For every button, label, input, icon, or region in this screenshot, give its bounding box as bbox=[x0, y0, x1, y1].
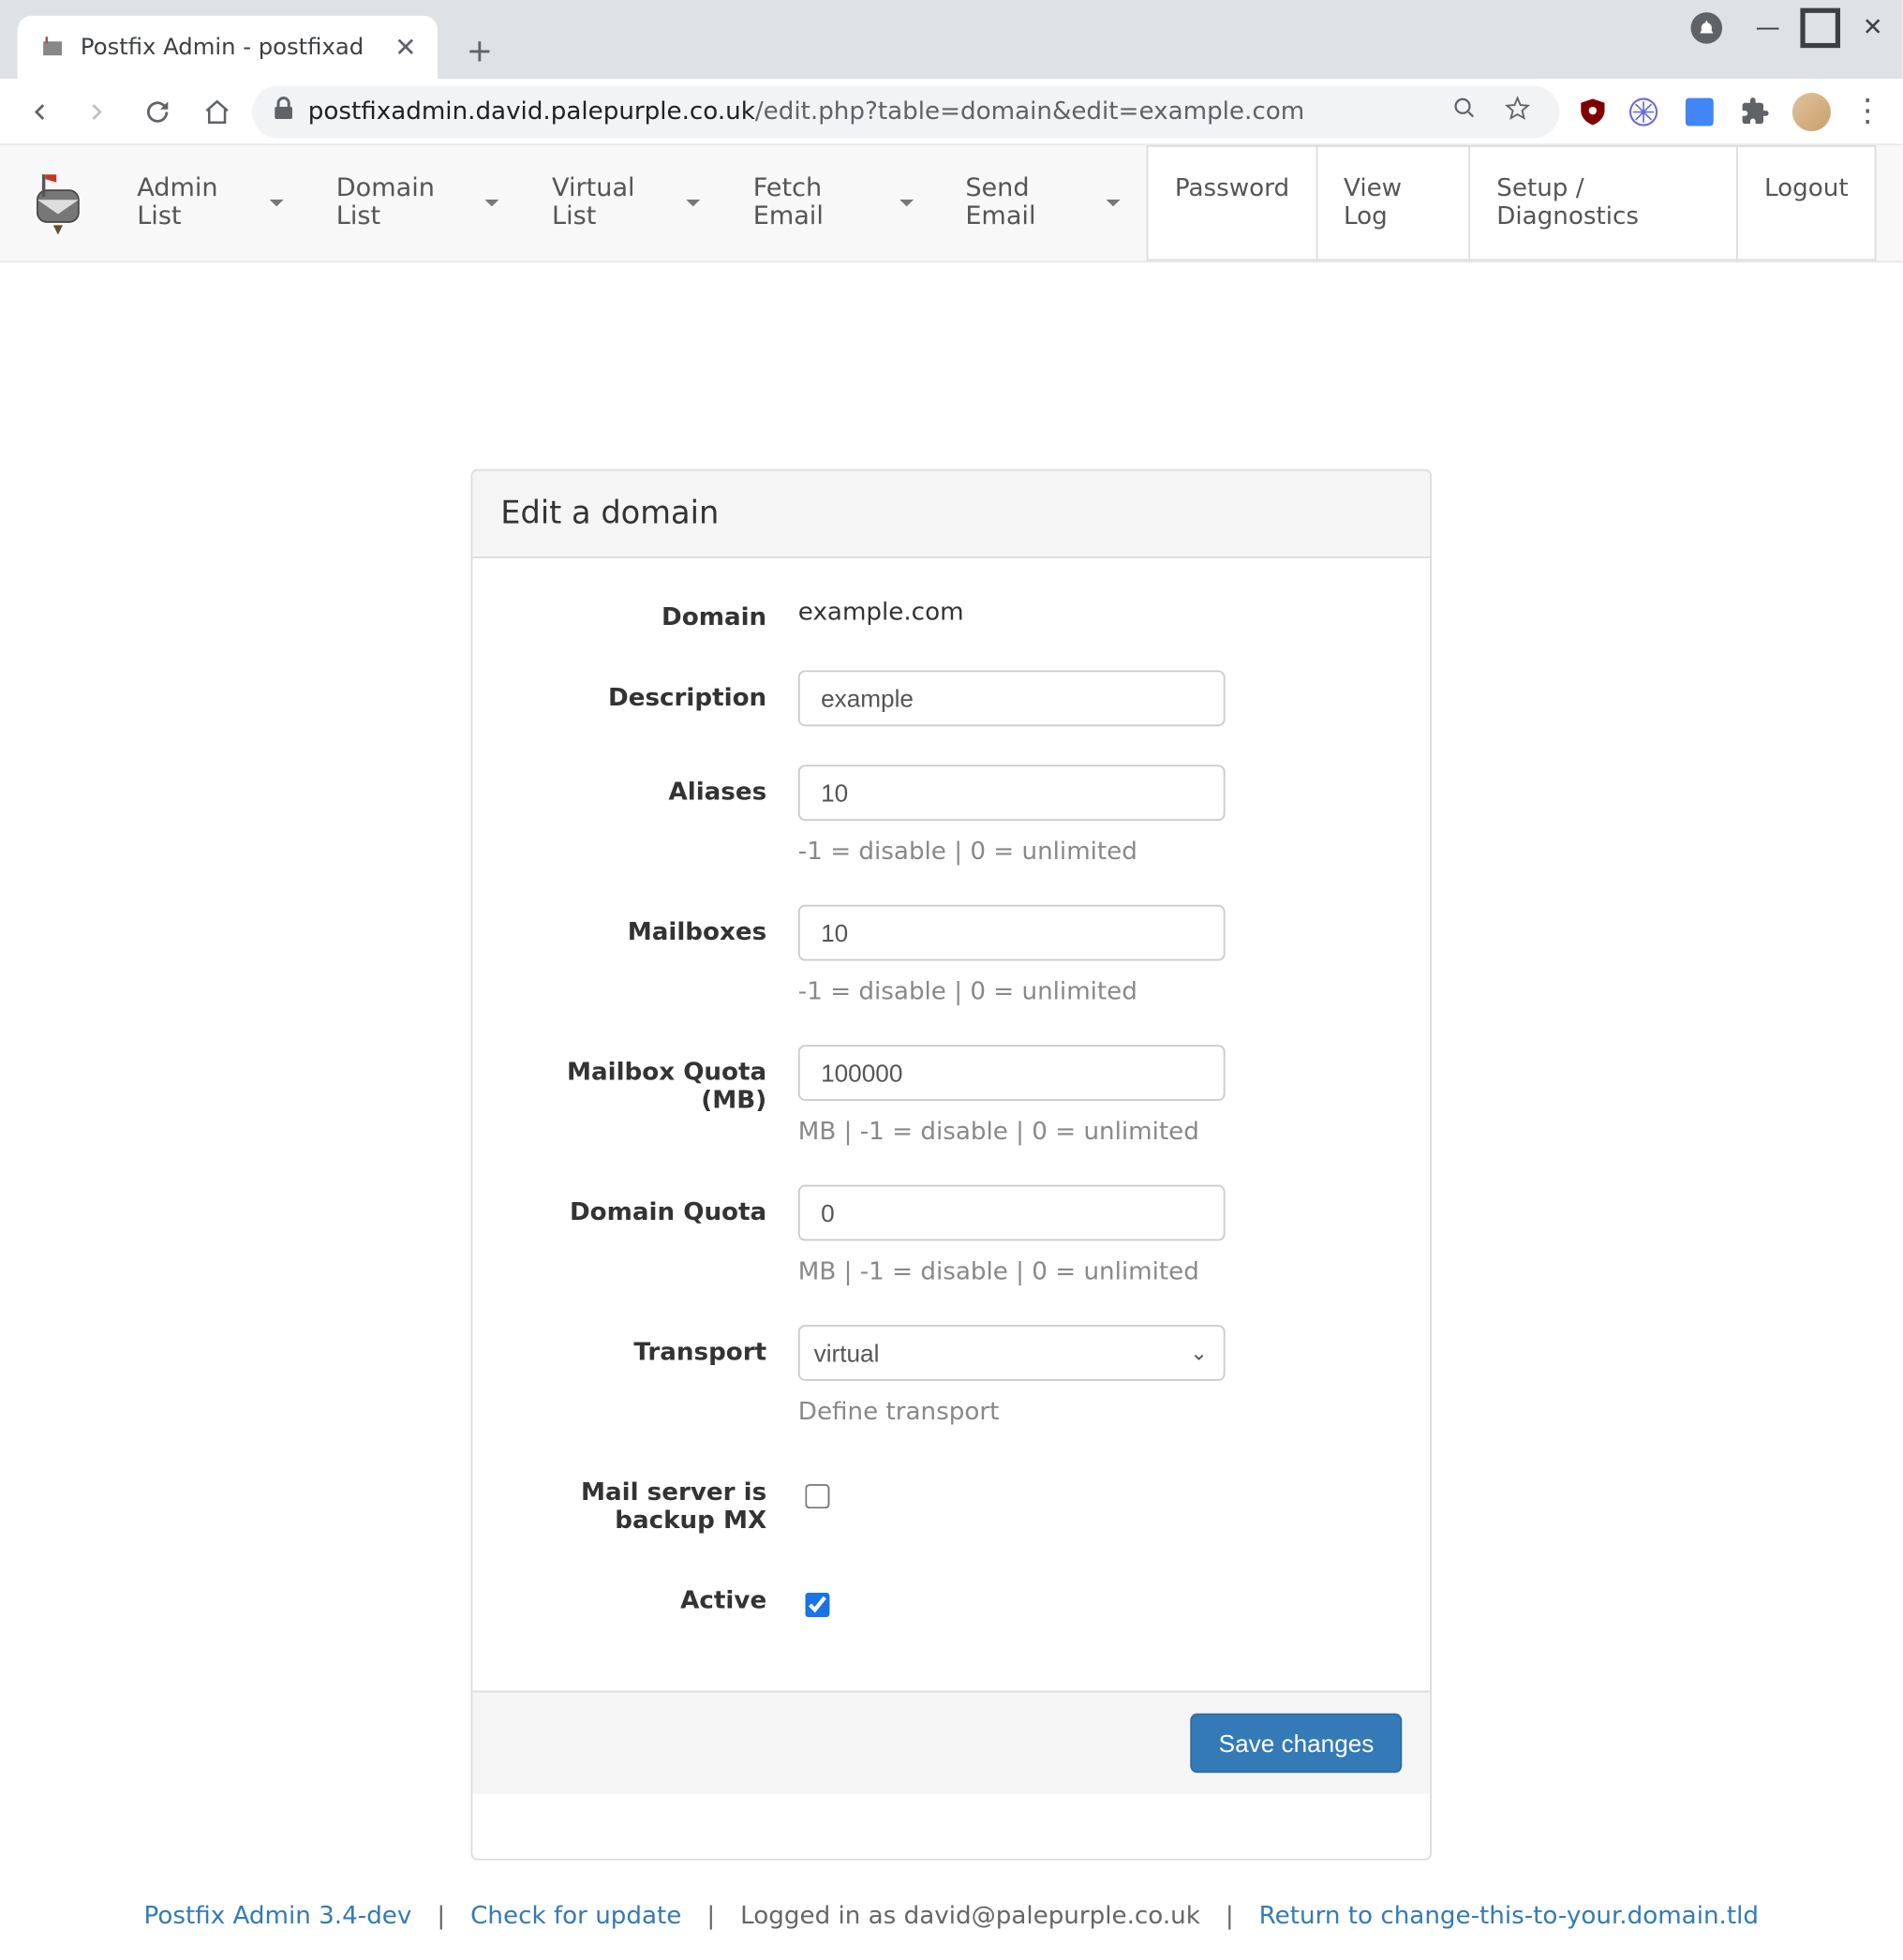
footer-check-update-link[interactable]: Check for update bbox=[470, 1903, 681, 1931]
description-input[interactable] bbox=[798, 670, 1226, 726]
tab-title: Postfix Admin - postfixad bbox=[81, 34, 364, 60]
extensions-icon[interactable] bbox=[1734, 90, 1777, 132]
footer-return-link[interactable]: Return to change-this-to-your.domain.tld bbox=[1259, 1903, 1759, 1931]
active-checkbox[interactable] bbox=[805, 1593, 829, 1617]
backup-mx-checkbox[interactable] bbox=[805, 1484, 829, 1508]
aliases-label: Aliases bbox=[500, 765, 798, 866]
chevron-down-icon bbox=[899, 200, 913, 206]
chevron-down-icon bbox=[687, 200, 701, 206]
nav-view-log[interactable]: View Log bbox=[1317, 145, 1470, 260]
domain-label: Domain bbox=[500, 590, 798, 632]
reload-button[interactable] bbox=[133, 86, 182, 135]
minimize-icon[interactable]: — bbox=[1744, 4, 1792, 52]
mailbox-icon bbox=[38, 33, 67, 61]
address-bar[interactable]: postfixadmin.david.palepurple.co.uk/edit… bbox=[252, 85, 1559, 138]
nav-logout[interactable]: Logout bbox=[1738, 145, 1876, 260]
active-label: Active bbox=[500, 1573, 798, 1624]
forward-button bbox=[73, 86, 122, 135]
browser-tab[interactable]: Postfix Admin - postfixad ✕ bbox=[18, 16, 438, 79]
mailboxes-input[interactable] bbox=[798, 905, 1226, 961]
new-tab-button[interactable]: + bbox=[455, 26, 504, 75]
browser-menu-icon[interactable]: ⋮ bbox=[1847, 90, 1889, 132]
browser-toolbar: postfixadmin.david.palepurple.co.uk/edit… bbox=[0, 79, 1903, 145]
domain-quota-help: MB | -1 = disable | 0 = unlimited bbox=[798, 1258, 1402, 1286]
maximize-icon[interactable] bbox=[1796, 4, 1845, 52]
nav-send-email[interactable]: Send Email bbox=[939, 157, 1147, 248]
close-icon[interactable]: ✕ bbox=[394, 34, 416, 60]
footer-sep: | bbox=[437, 1903, 445, 1931]
edit-domain-panel: Edit a domain Domain example.com Descrip… bbox=[470, 469, 1432, 1861]
footer-sep: | bbox=[706, 1903, 715, 1931]
blue-square-icon[interactable] bbox=[1678, 90, 1720, 132]
aliases-help: -1 = disable | 0 = unlimited bbox=[798, 839, 1402, 867]
transport-select[interactable]: virtual bbox=[798, 1325, 1226, 1381]
mailbox-quota-input[interactable] bbox=[798, 1045, 1226, 1101]
chevron-down-icon bbox=[485, 200, 499, 206]
nav-password[interactable]: Password bbox=[1147, 145, 1317, 260]
address-text: postfixadmin.david.palepurple.co.uk/edit… bbox=[308, 97, 1304, 126]
save-button[interactable]: Save changes bbox=[1191, 1714, 1403, 1774]
brand-mailbox-icon[interactable] bbox=[26, 166, 90, 239]
aliases-input[interactable] bbox=[798, 765, 1226, 821]
page-footer: Postfix Admin 3.4-dev | Check for update… bbox=[0, 1861, 1903, 1955]
nav-domain-list[interactable]: Domain List bbox=[310, 157, 526, 248]
footer-sep: | bbox=[1226, 1903, 1234, 1931]
nav-virtual-list[interactable]: Virtual List bbox=[526, 157, 727, 248]
transport-label: Transport bbox=[500, 1325, 798, 1426]
footer-app-link[interactable]: Postfix Admin 3.4-dev bbox=[144, 1903, 412, 1931]
domain-value: example.com bbox=[798, 590, 1402, 627]
backup-mx-label: Mail server is backup MX bbox=[500, 1465, 798, 1536]
footer-logged-in: Logged in as david@palepurple.co.uk bbox=[740, 1903, 1200, 1931]
transport-help: Define transport bbox=[798, 1399, 1402, 1427]
nav-setup-diagnostics[interactable]: Setup / Diagnostics bbox=[1470, 145, 1738, 260]
panel-title: Edit a domain bbox=[472, 470, 1430, 557]
page-navbar: Admin List Domain List Virtual List Fetc… bbox=[0, 145, 1903, 262]
window-close-icon[interactable]: ✕ bbox=[1849, 4, 1897, 52]
description-label: Description bbox=[500, 670, 798, 726]
starburst-icon[interactable] bbox=[1623, 90, 1665, 132]
mailboxes-help: -1 = disable | 0 = unlimited bbox=[798, 978, 1402, 1006]
avatar-icon[interactable] bbox=[1791, 90, 1833, 132]
domain-quota-input[interactable] bbox=[798, 1185, 1226, 1241]
browser-titlebar: Postfix Admin - postfixad ✕ + — ✕ bbox=[0, 0, 1903, 79]
mailbox-quota-label: Mailbox Quota (MB) bbox=[500, 1045, 798, 1146]
nav-admin-list[interactable]: Admin List bbox=[111, 157, 310, 248]
ublock-icon[interactable] bbox=[1577, 96, 1609, 127]
chevron-down-icon bbox=[270, 200, 284, 206]
nav-fetch-email[interactable]: Fetch Email bbox=[727, 157, 940, 248]
lock-icon bbox=[273, 97, 293, 126]
bookmark-icon[interactable] bbox=[1496, 94, 1539, 128]
mailbox-quota-help: MB | -1 = disable | 0 = unlimited bbox=[798, 1119, 1402, 1147]
mailboxes-label: Mailboxes bbox=[500, 905, 798, 1006]
browser-profile-icon[interactable] bbox=[1690, 12, 1722, 44]
home-button[interactable] bbox=[192, 86, 241, 135]
domain-quota-label: Domain Quota bbox=[500, 1185, 798, 1286]
chevron-down-icon bbox=[1107, 200, 1121, 206]
back-button[interactable] bbox=[14, 86, 63, 135]
zoom-icon[interactable] bbox=[1444, 94, 1486, 128]
